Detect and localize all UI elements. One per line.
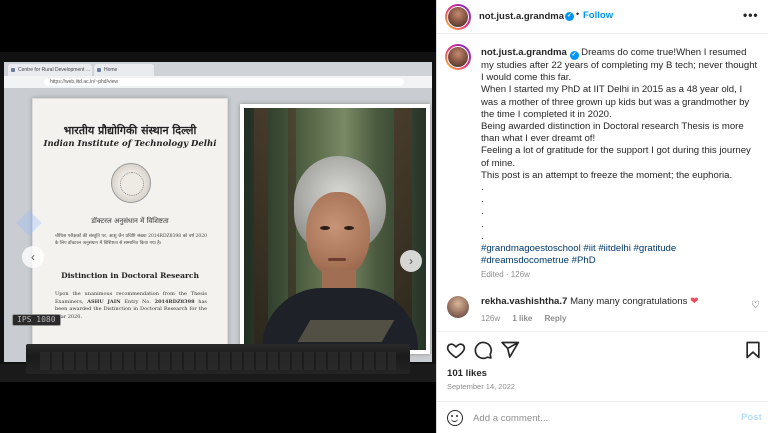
comment-username[interactable]: rekha.vashishtha.7 xyxy=(481,296,567,307)
follow-button[interactable]: Follow xyxy=(583,10,613,21)
caption-username[interactable]: not.just.a.grandma xyxy=(481,47,567,58)
certificate-hindi-body: चौथिस परीक्षकों की संस्तुति पर, आशु जैन … xyxy=(55,234,207,246)
certificate: भारतीय प्रौद्योगिकी संस्थान दिल्ली India… xyxy=(32,98,228,356)
certificate-body: Upon the unanimous recommendation from t… xyxy=(55,291,207,320)
comment-likes[interactable]: 1 like xyxy=(512,314,532,323)
chevron-left-icon[interactable]: ‹ xyxy=(22,246,44,268)
comment-input[interactable] xyxy=(473,408,723,428)
browser-address-bar: https://web.iitd.ac.in/~phd/view xyxy=(4,76,432,88)
browser-tab-strip: Centre for Rural Development ... Home xyxy=(4,62,432,76)
laptop-keyboard xyxy=(40,352,396,370)
caption-hashtags[interactable]: #dreamsdocometrue #PhD xyxy=(481,255,761,267)
browser-url: https://web.iitd.ac.in/~phd/view xyxy=(44,78,404,86)
add-comment-bar: Post xyxy=(437,401,768,433)
post-panel: not.just.a.grandma ✓ • Follow ••• not.ju… xyxy=(436,0,768,433)
comment-heart-icon[interactable]: ♡ xyxy=(751,300,760,311)
portrait-photo xyxy=(240,104,430,354)
comment: rekha.vashishtha.7 Many many congratulat… xyxy=(481,296,741,308)
post-comment-button[interactable]: Post xyxy=(741,412,762,423)
post-media[interactable]: Centre for Rural Development ... Home ht… xyxy=(0,0,436,433)
caption-line: This post is an attempt to freeze the mo… xyxy=(481,169,733,181)
red-heart-emoji-icon: ❤ xyxy=(690,296,699,307)
reply-button[interactable]: Reply xyxy=(545,314,567,323)
separator-dot: • xyxy=(576,9,580,19)
caption-line: When I started my PhD at IIT Delhi in 20… xyxy=(481,84,750,120)
certificate-english-heading: Indian Institute of Technology Delhi xyxy=(43,139,217,149)
caption-line: . xyxy=(481,194,484,206)
laptop-screen-frame: Centre for Rural Development ... Home ht… xyxy=(0,52,436,364)
screen-glare xyxy=(297,320,395,342)
caption-line: Feeling a lot of gratitude for the suppo… xyxy=(481,145,751,169)
certificate-title: Distinction in Doctoral Research xyxy=(61,271,199,280)
browser-tab: Centre for Rural Development ... xyxy=(8,64,92,76)
caption-line: . xyxy=(481,230,484,242)
commenter-avatar[interactable] xyxy=(447,296,469,318)
laptop-screen: Centre for Rural Development ... Home ht… xyxy=(4,62,432,362)
iit-seal-icon xyxy=(111,163,151,203)
edited-timestamp: Edited · 126w xyxy=(481,270,530,279)
likes-count[interactable]: 101 likes xyxy=(447,368,487,379)
caption-hashtags[interactable]: #grandmagoestoschool #iit #iitdelhi #gra… xyxy=(481,243,761,255)
certificate-hindi-heading: भारतीय प्रौद्योगिकी संस्थान दिल्ली xyxy=(63,124,197,137)
caption-line: . xyxy=(481,206,484,218)
caption-line: . xyxy=(481,218,484,230)
comment-age: 126w xyxy=(481,314,501,323)
share-icon[interactable] xyxy=(500,340,520,360)
comment-icon[interactable] xyxy=(473,340,493,360)
chevron-right-icon[interactable]: › xyxy=(400,250,422,272)
emoji-icon[interactable] xyxy=(447,410,463,426)
certificate-hindi-subtitle: डॉक्टरल अनुसंधान में विशिष्टता xyxy=(91,217,169,225)
post-header: not.just.a.grandma ✓ • Follow ••• xyxy=(437,0,768,34)
laptop-photo: Centre for Rural Development ... Home ht… xyxy=(0,52,436,382)
comment-meta: 126w 1 like Reply xyxy=(481,314,576,323)
post-date: September 14, 2022 xyxy=(447,382,515,391)
post-caption: not.just.a.grandma ✓ Dreams do come true… xyxy=(481,47,761,267)
laptop-sticker: IPS 1080 xyxy=(12,314,61,326)
caption-line: Being awarded distinction in Doctoral re… xyxy=(481,121,744,145)
browser-tab: Home xyxy=(94,64,154,76)
caption-line: . xyxy=(481,182,484,194)
bookmark-icon[interactable] xyxy=(743,340,763,360)
profile-avatar[interactable] xyxy=(445,4,471,30)
more-horizontal-icon[interactable]: ••• xyxy=(743,8,759,22)
heart-icon[interactable] xyxy=(446,340,466,360)
verified-badge-icon: ✓ xyxy=(569,51,579,60)
caption-avatar[interactable] xyxy=(445,44,471,70)
header-username[interactable]: not.just.a.grandma xyxy=(479,11,564,22)
browser-page: भारतीय प्रौद्योगिकी संस्थान दिल्ली India… xyxy=(4,88,432,362)
verified-badge-icon: ✓ xyxy=(565,12,574,21)
comment-text: Many many congratulations xyxy=(570,296,688,307)
